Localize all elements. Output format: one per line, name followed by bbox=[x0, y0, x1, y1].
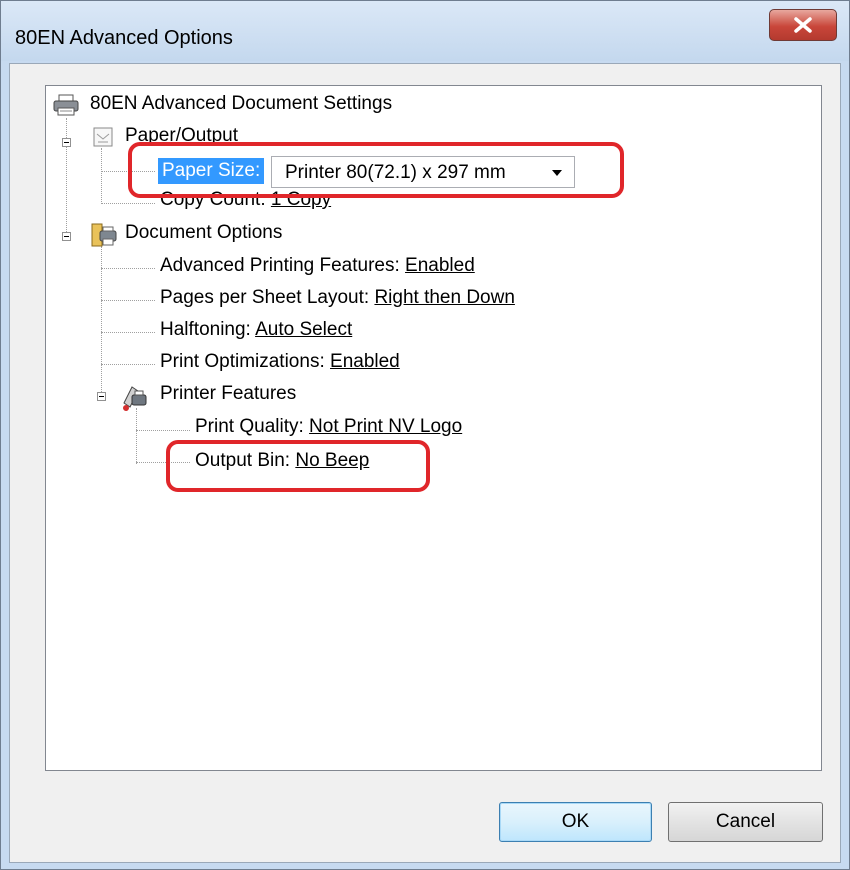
pages-per-sheet-value[interactable]: Right then Down bbox=[374, 287, 514, 308]
halftoning-label: Halftoning: bbox=[160, 319, 251, 340]
collapse-toggle[interactable] bbox=[62, 138, 71, 147]
print-quality-item[interactable]: Print Quality: Not Print NV Logo bbox=[195, 415, 462, 439]
advanced-printing-item[interactable]: Advanced Printing Features: Enabled bbox=[160, 254, 475, 278]
halftoning-item[interactable]: Halftoning: Auto Select bbox=[160, 318, 352, 342]
halftoning-value[interactable]: Auto Select bbox=[255, 319, 352, 340]
tree-line bbox=[136, 430, 190, 431]
printer-features-icon bbox=[123, 386, 147, 411]
collapse-toggle[interactable] bbox=[97, 392, 106, 401]
collapse-toggle[interactable] bbox=[62, 232, 71, 241]
print-quality-label: Print Quality: bbox=[195, 416, 304, 437]
tree-line bbox=[101, 148, 102, 204]
close-button[interactable] bbox=[769, 9, 837, 41]
pages-per-sheet-label: Pages per Sheet Layout: bbox=[160, 287, 370, 308]
tree-root-label[interactable]: 80EN Advanced Document Settings bbox=[90, 92, 392, 116]
tree-line bbox=[101, 203, 155, 204]
advanced-printing-label: Advanced Printing Features: bbox=[160, 255, 400, 276]
print-quality-value[interactable]: Not Print NV Logo bbox=[309, 416, 462, 437]
tree-line bbox=[66, 118, 67, 236]
annotation-highlight-paper-size bbox=[128, 142, 624, 198]
tree-line bbox=[136, 408, 137, 464]
tree-line bbox=[101, 300, 155, 301]
tree-line bbox=[101, 268, 155, 269]
close-icon bbox=[794, 17, 812, 33]
printer-features-label[interactable]: Printer Features bbox=[160, 382, 296, 406]
annotation-highlight-output-bin bbox=[166, 440, 430, 492]
paper-icon bbox=[93, 127, 113, 147]
printer-icon bbox=[53, 94, 79, 116]
pages-per-sheet-item[interactable]: Pages per Sheet Layout: Right then Down bbox=[160, 286, 515, 310]
tree-line bbox=[101, 364, 155, 365]
window-title: 80EN Advanced Options bbox=[15, 27, 233, 49]
tree-line bbox=[101, 332, 155, 333]
print-optimizations-label: Print Optimizations: bbox=[160, 351, 325, 372]
document-options-icon bbox=[91, 223, 117, 247]
cancel-button[interactable]: Cancel bbox=[668, 802, 823, 842]
advanced-printing-value[interactable]: Enabled bbox=[405, 255, 475, 276]
print-optimizations-item[interactable]: Print Optimizations: Enabled bbox=[160, 350, 400, 374]
title-bar[interactable]: 80EN Advanced Options bbox=[1, 1, 849, 61]
print-optimizations-value[interactable]: Enabled bbox=[330, 351, 400, 372]
ok-button[interactable]: OK bbox=[499, 802, 652, 842]
document-options-label[interactable]: Document Options bbox=[125, 221, 282, 245]
